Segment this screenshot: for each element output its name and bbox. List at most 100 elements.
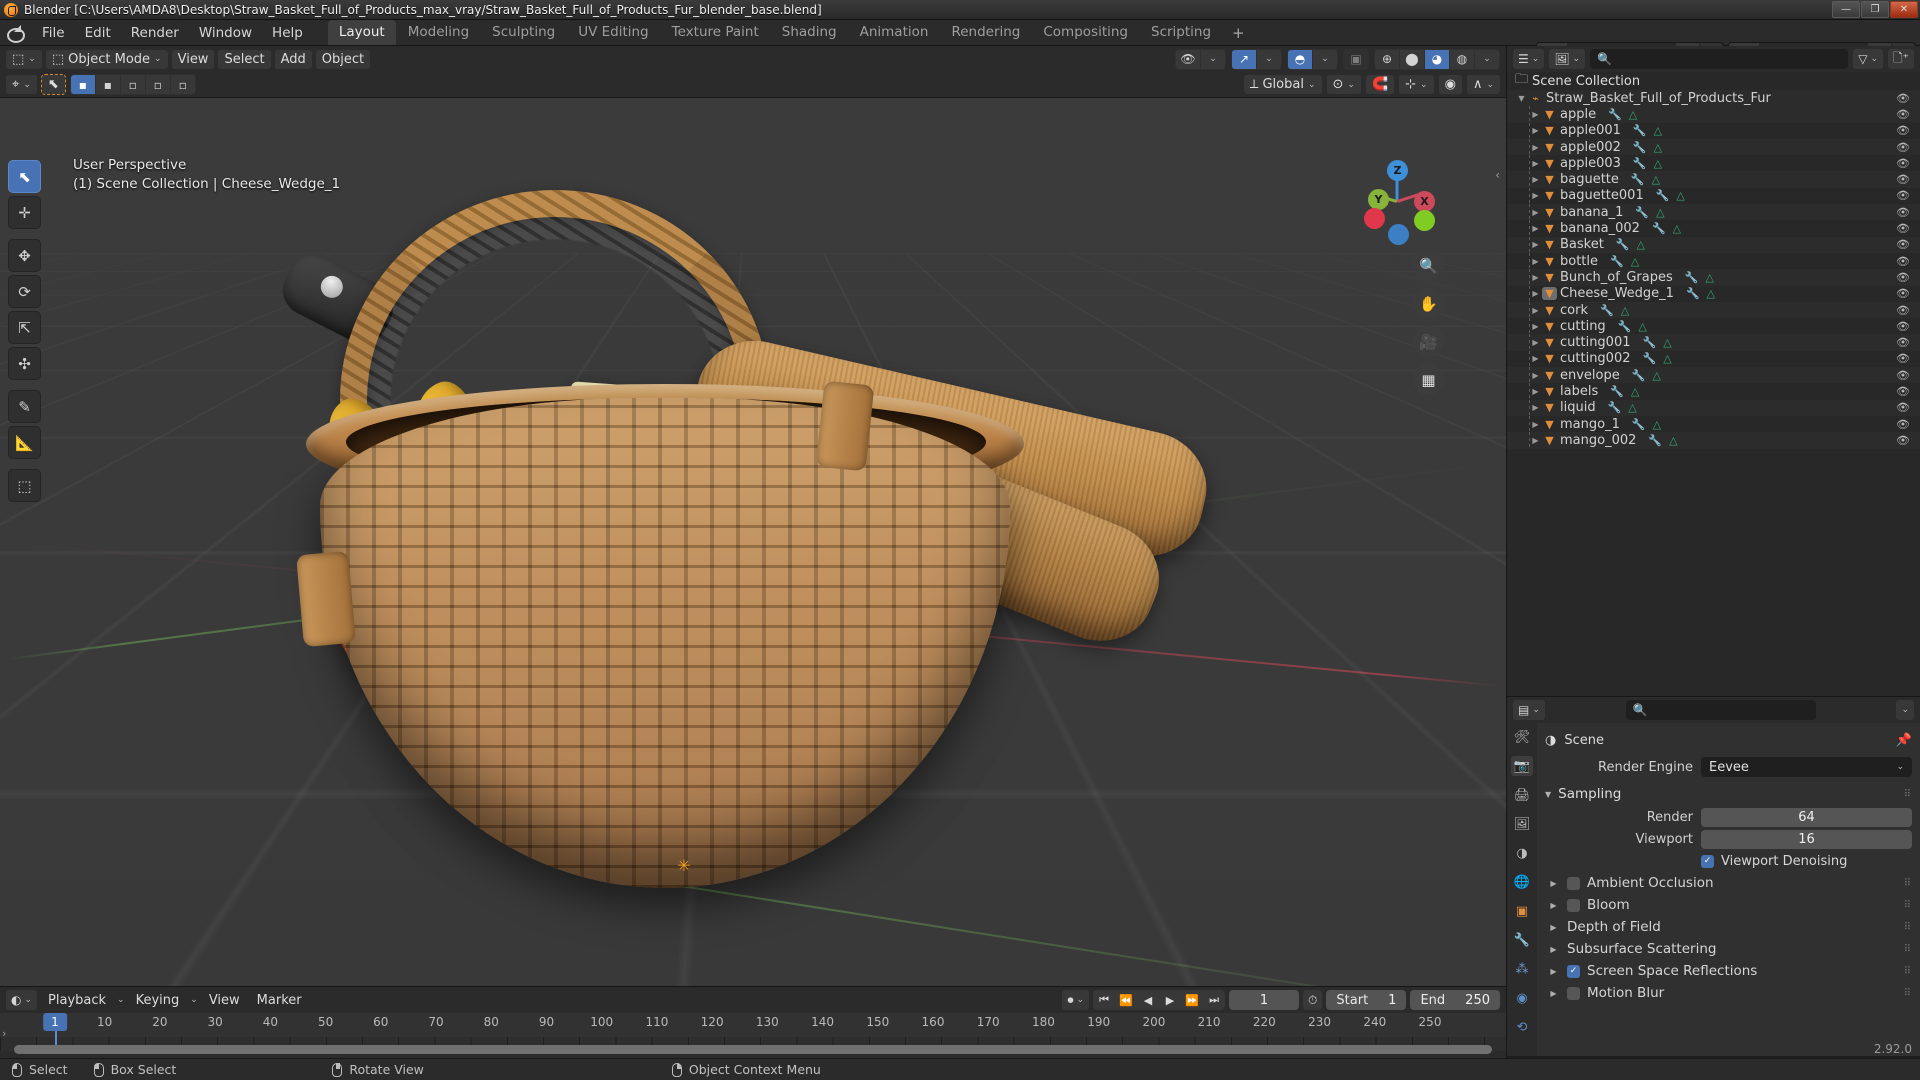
frame-start-field[interactable]: Start 1 — [1326, 990, 1407, 1010]
mesh-data-icon[interactable]: △ — [1629, 108, 1637, 121]
modifier-icon[interactable]: 🔧 — [1643, 336, 1657, 349]
timeline-channels-expand-icon[interactable]: › — [2, 1027, 6, 1040]
disclosure-triangle-icon[interactable]: ▶ — [1529, 387, 1542, 396]
modifier-icon[interactable]: 🔧 — [1610, 255, 1624, 268]
visibility-eye-icon[interactable]: 👁 — [1896, 108, 1910, 121]
shading-solid-icon[interactable]: ⬤ — [1400, 49, 1424, 69]
modifier-icon[interactable]: 🔧 — [1652, 222, 1666, 235]
maximize-button[interactable]: ❐ — [1861, 1, 1889, 18]
visibility-eye-icon[interactable]: 👁 — [1896, 304, 1910, 317]
mesh-data-icon[interactable]: △ — [1631, 255, 1639, 268]
play-icon[interactable]: ▶ — [1159, 990, 1181, 1010]
tool-move-icon[interactable]: ✥ — [8, 239, 41, 272]
visibility-eye-icon[interactable]: 👁 — [1896, 336, 1910, 349]
shading-dropdown-icon[interactable]: ⌄ — [1475, 49, 1499, 69]
visibility-eye-icon[interactable]: 👁 — [1896, 206, 1910, 219]
properties-section-motion-blur[interactable]: ▶ Motion Blur ⠿ — [1545, 982, 1912, 1004]
tab-tool-icon[interactable]: 🛠 — [1511, 727, 1533, 747]
outliner-item-labels[interactable]: ▶ ▼ labels 🔧 △ 👁 — [1507, 383, 1920, 400]
visibility-eye-icon[interactable]: 👁 — [1896, 320, 1910, 333]
minimize-button[interactable]: — — [1832, 1, 1860, 18]
mesh-data-icon[interactable]: △ — [1628, 401, 1636, 414]
modifier-icon[interactable]: 🔧 — [1616, 238, 1630, 251]
outliner-root-collection-row[interactable]: ▼ ⌁ Straw_Basket_Full_of_Products_Fur 👁 — [1507, 90, 1920, 107]
visibility-eye-icon[interactable]: 👁 — [1896, 369, 1910, 382]
tab-world-icon[interactable]: 🌐 — [1511, 872, 1533, 892]
disclosure-triangle-icon[interactable]: ▶ — [1529, 224, 1542, 233]
visibility-eye-icon[interactable]: 👁 — [1896, 385, 1910, 398]
disclosure-triangle-icon[interactable]: ▼ — [1515, 94, 1528, 103]
disclosure-triangle-icon[interactable]: ▶ — [1547, 967, 1560, 976]
outliner-item-cork[interactable]: ▶ ▼ cork 🔧 △ 👁 — [1507, 301, 1920, 319]
mesh-data-icon[interactable]: △ — [1654, 157, 1662, 170]
modifier-icon[interactable]: 🔧 — [1610, 385, 1624, 398]
close-button[interactable]: ✕ — [1890, 1, 1918, 18]
visibility-eye-icon[interactable]: 👁 — [1896, 238, 1910, 251]
mesh-data-icon[interactable]: △ — [1652, 173, 1660, 186]
panel-drag-handle[interactable]: ⠿ — [1904, 966, 1912, 977]
tab-modifier-icon[interactable]: 🔧 — [1511, 930, 1533, 950]
disclosure-triangle-icon[interactable]: ▶ — [1547, 989, 1560, 998]
camera-view-icon[interactable]: 🎥 — [1413, 326, 1444, 357]
modifier-icon[interactable]: 🔧 — [1608, 108, 1622, 121]
overlays-toggle-icon[interactable]: ◓ — [1288, 49, 1312, 69]
tab-rendering[interactable]: Rendering — [940, 20, 1031, 45]
disclosure-triangle-icon[interactable]: ▶ — [1529, 143, 1542, 152]
modifier-icon[interactable]: 🔧 — [1635, 206, 1649, 219]
section-checkbox[interactable]: ✓ — [1567, 964, 1580, 978]
editor-type-selector[interactable]: ⬚ ⌄ — [6, 49, 42, 69]
disclosure-triangle-icon[interactable]: ▶ — [1529, 306, 1542, 315]
visibility-eye-icon[interactable]: 👁 — [1896, 141, 1910, 154]
timeline-ruler[interactable]: 1102030405060708090100110120130140150160… — [0, 1013, 1506, 1037]
mesh-data-icon[interactable]: △ — [1654, 141, 1662, 154]
outliner-item-bunch_of_grapes[interactable]: ▶ ▼ Bunch_of_Grapes 🔧 △ 👁 — [1507, 269, 1920, 286]
viewport-menu-object[interactable]: Object — [315, 49, 371, 69]
mesh-data-icon[interactable]: △ — [1652, 369, 1660, 382]
panel-drag-handle[interactable]: ⠿ — [1904, 922, 1912, 933]
panel-drag-handle[interactable]: ⠿ — [1904, 878, 1912, 889]
menu-render[interactable]: Render — [122, 22, 188, 44]
tab-animation[interactable]: Animation — [849, 20, 940, 45]
modifier-icon[interactable]: 🔧 — [1686, 287, 1700, 300]
panel-drag-handle[interactable]: ⠿ — [1904, 988, 1912, 999]
timeline-editor-type-selector[interactable]: ◐ ⌄ — [6, 990, 38, 1010]
outliner-filter-button[interactable]: ▽ ⌄ — [1853, 49, 1884, 69]
ortho-persp-toggle-icon[interactable]: ▦ — [1413, 364, 1444, 395]
visibility-eye-icon[interactable]: 👁 — [1896, 189, 1910, 202]
visibility-eye-icon[interactable]: 👁 — [1896, 271, 1910, 284]
timeline-menu-keying[interactable]: Keying — [130, 991, 186, 1010]
disclosure-triangle-icon[interactable]: ▶ — [1529, 208, 1542, 217]
modifier-icon[interactable]: 🔧 — [1608, 401, 1622, 414]
tool-rotate-icon[interactable]: ⟳ — [8, 275, 41, 308]
pivot-point-selector[interactable]: ⊙ ⌄ — [1326, 75, 1361, 94]
select-invert-icon[interactable]: ▫ — [145, 75, 170, 94]
proportional-falloff-selector[interactable]: ∧ ⌄ — [1466, 75, 1500, 94]
timeline-editor[interactable]: ◐ ⌄ Playback ⌄ Keying ⌄ View Marker ⏺ ⌄ ⏮ … — [0, 986, 1506, 1058]
outliner-scene-collection-row[interactable]: 🗀 Scene Collection — [1507, 72, 1920, 90]
outliner-item-cheese_wedge_1[interactable]: ▶ ▼ Cheese_Wedge_1 🔧 △ 👁 — [1507, 285, 1920, 302]
sidebar-expand-icon[interactable]: ‹ — [1495, 168, 1500, 182]
tab-compositing[interactable]: Compositing — [1032, 20, 1139, 45]
current-frame-field[interactable]: 1 — [1229, 990, 1300, 1010]
disclosure-triangle-icon[interactable]: ▶ — [1547, 923, 1560, 932]
timeline-menu-playback[interactable]: Playback — [42, 991, 112, 1010]
timeline-menu-view[interactable]: View — [203, 991, 246, 1010]
pan-view-icon[interactable]: ✋ — [1413, 288, 1444, 319]
disclosure-triangle-icon[interactable]: ▶ — [1529, 354, 1542, 363]
play-reverse-icon[interactable]: ◀ — [1137, 990, 1159, 1010]
viewport-menu-add[interactable]: Add — [274, 49, 312, 69]
transform-orientation-selector[interactable]: ⟂ Global ⌄ — [1243, 75, 1322, 94]
gizmo-dropdown-icon[interactable]: ⌄ — [1257, 49, 1281, 69]
select-intersect-icon[interactable]: ▫ — [170, 75, 195, 94]
mesh-data-icon[interactable]: △ — [1637, 238, 1645, 251]
modifier-icon[interactable]: 🔧 — [1633, 124, 1647, 137]
modifier-icon[interactable]: 🔧 — [1656, 189, 1670, 202]
select-subtract-icon[interactable]: ▫ — [120, 75, 145, 94]
previous-keyframe-icon[interactable]: ⏪ — [1115, 990, 1137, 1010]
tab-layout[interactable]: Layout — [327, 20, 396, 45]
tool-annotate-icon[interactable]: ✎ — [8, 390, 41, 423]
viewport-denoising-checkbox[interactable]: ✓ — [1701, 854, 1714, 868]
mesh-data-icon[interactable]: △ — [1663, 336, 1671, 349]
visibility-eye-icon[interactable]: 👁 — [1896, 124, 1910, 137]
outliner-item-mango_1[interactable]: ▶ ▼ mango_1 🔧 △ 👁 — [1507, 415, 1920, 433]
